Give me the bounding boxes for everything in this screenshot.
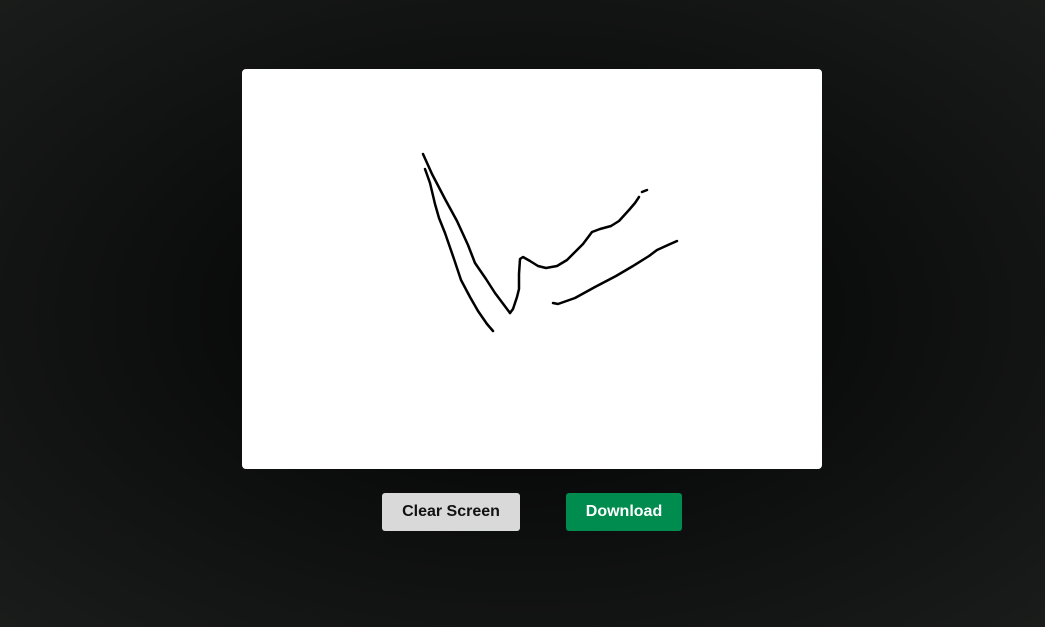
clear-screen-button[interactable]: Clear Screen	[382, 493, 520, 531]
stroke-underline	[551, 239, 679, 306]
drawing-canvas[interactable]	[242, 69, 822, 469]
stroke-wave	[508, 195, 641, 315]
download-button[interactable]: Download	[566, 493, 682, 531]
stroke-left-inner	[423, 167, 495, 333]
stroke-dot	[640, 188, 649, 194]
signature-drawing	[421, 152, 679, 333]
